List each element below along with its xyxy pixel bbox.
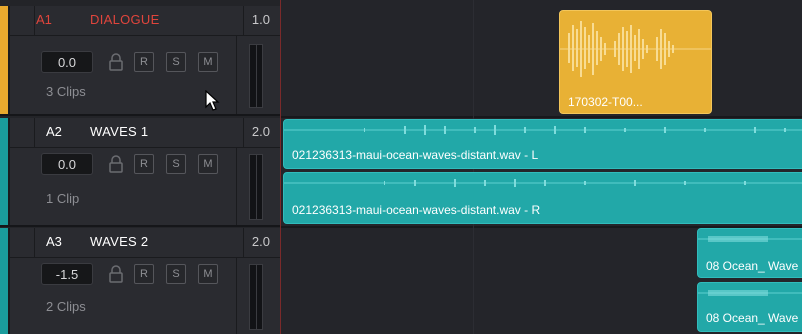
waveform [560, 21, 711, 77]
audio-meter [249, 264, 263, 330]
track-id: A2 [46, 124, 62, 139]
clip-name: 170302-T00... [568, 95, 643, 109]
track-name[interactable]: WAVES 1 [90, 124, 148, 139]
track-id: A1 [36, 12, 52, 27]
solo-button[interactable]: S [166, 154, 186, 174]
track-ratio: 1.0 [251, 12, 270, 27]
track-ratio: 2.0 [251, 234, 270, 249]
solo-button[interactable]: S [166, 52, 186, 72]
clip-name: 021236313-maui-ocean-waves-distant.wav -… [292, 203, 541, 217]
track-ratio: 2.0 [251, 124, 270, 139]
mute-button[interactable]: M [198, 154, 218, 174]
waveform [698, 290, 802, 296]
waveform [284, 125, 802, 135]
volume-field[interactable]: -1.5 [41, 263, 93, 285]
clips-count: 1 Clip [46, 191, 80, 206]
track-header-a1[interactable]: A1 DIALOGUE 1.0 0.0 R S M 3 Clips [0, 6, 280, 116]
waveform [284, 179, 802, 187]
mouse-pointer-icon [205, 90, 220, 111]
clips-count: 3 Clips [46, 84, 86, 99]
audio-meter [249, 44, 263, 108]
track-color-strip [0, 118, 8, 225]
lock-icon[interactable] [108, 265, 124, 283]
audio-clip-dialogue[interactable]: 170302-T00... [559, 10, 712, 114]
waveform [698, 236, 802, 242]
lock-icon[interactable] [108, 155, 124, 173]
audio-clip-waves2-a[interactable]: 08 Ocean_ Wave [697, 228, 802, 278]
audio-clip-waves1-right[interactable]: 021236313-maui-ocean-waves-distant.wav -… [283, 172, 802, 224]
clip-name: 08 Ocean_ Wave [706, 259, 799, 273]
track-name[interactable]: WAVES 2 [90, 234, 148, 249]
clip-name: 08 Ocean_ Wave [706, 311, 799, 325]
record-arm-button[interactable]: R [134, 264, 154, 284]
solo-button[interactable]: S [166, 264, 186, 284]
clips-count: 2 Clips [46, 299, 86, 314]
mute-button[interactable]: M [198, 264, 218, 284]
clip-name: 021236313-maui-ocean-waves-distant.wav -… [292, 148, 539, 162]
track-header-a3[interactable]: A3 WAVES 2 2.0 -1.5 R S M 2 Clips [0, 228, 280, 334]
record-arm-button[interactable]: R [134, 154, 154, 174]
track-header-a2[interactable]: A2 WAVES 1 2.0 0.0 R S M 1 Clip [0, 118, 280, 227]
track-name[interactable]: DIALOGUE [90, 12, 160, 27]
track-color-strip [0, 6, 8, 114]
audio-clip-waves2-b[interactable]: 08 Ocean_ Wave [697, 282, 802, 332]
audio-clip-waves1-left[interactable]: 021236313-maui-ocean-waves-distant.wav -… [283, 119, 802, 169]
record-arm-button[interactable]: R [134, 52, 154, 72]
timeline-area[interactable]: 170302-T00... 021236313-maui-ocean-waves… [280, 0, 802, 334]
track-id: A3 [46, 234, 62, 249]
audio-meter [249, 154, 263, 220]
volume-field[interactable]: 0.0 [41, 153, 93, 175]
track-color-strip [0, 228, 8, 334]
volume-field[interactable]: 0.0 [41, 51, 93, 73]
track-headers-panel: A1 DIALOGUE 1.0 0.0 R S M 3 Clips A2 WAV… [0, 0, 280, 334]
lock-icon[interactable] [108, 53, 124, 71]
mute-button[interactable]: M [198, 52, 218, 72]
